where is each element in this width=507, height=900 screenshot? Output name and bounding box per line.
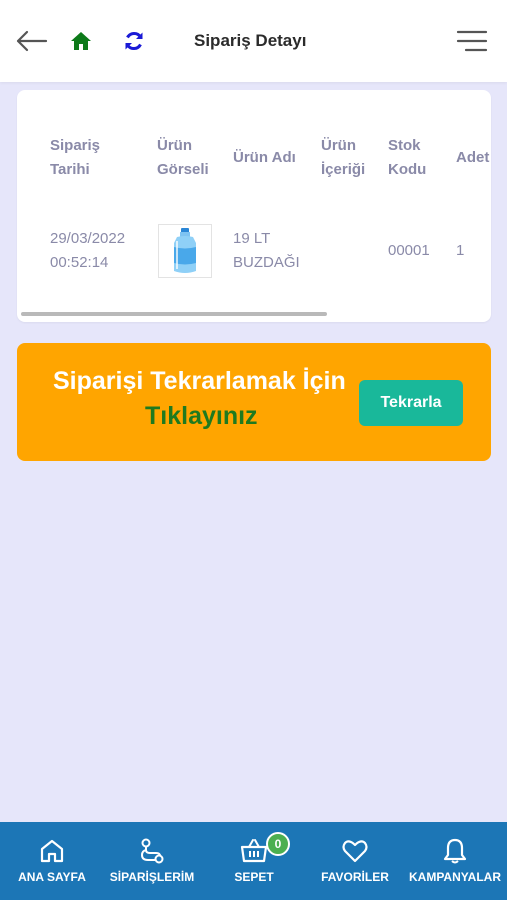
menu-icon[interactable] bbox=[455, 26, 489, 56]
nav-item-basket[interactable]: 0 SEPET bbox=[206, 822, 302, 900]
column-header-stock-code: Stok Kodu bbox=[388, 137, 427, 178]
back-arrow-icon[interactable] bbox=[14, 26, 50, 56]
order-detail-card: Sipariş Tarihi Ürün Görseli Ürün Adı Ürü… bbox=[17, 90, 491, 322]
nav-label-campaigns: KAMPANYALAR bbox=[408, 870, 501, 884]
bell-icon bbox=[440, 836, 470, 866]
nav-label-favorites: FAVORİLER bbox=[321, 870, 389, 884]
basket-icon bbox=[239, 836, 269, 866]
order-table[interactable]: Sipariş Tarihi Ürün Görseli Ürün Adı Ürü… bbox=[17, 90, 491, 322]
column-header-product-name: Ürün Adı bbox=[233, 149, 296, 166]
nav-item-orders[interactable]: SİPARİŞLERİM bbox=[104, 822, 200, 900]
column-header-product-image: Ürün Görseli bbox=[157, 137, 209, 178]
basket-count-badge: 0 bbox=[266, 832, 290, 856]
repeat-order-text: Siparişi Tekrarlamak İçin bbox=[53, 367, 346, 395]
horizontal-scrollbar[interactable] bbox=[21, 312, 327, 316]
route-icon bbox=[137, 836, 167, 866]
repeat-order-banner: Siparişi Tekrarlamak İçin Tıklayınız Tek… bbox=[17, 343, 491, 461]
cell-stock-code: 00001 bbox=[388, 242, 430, 259]
product-image[interactable] bbox=[158, 224, 212, 278]
cell-order-date: 29/03/2022 00:52:14 bbox=[50, 230, 126, 271]
home-outline-icon bbox=[37, 836, 67, 866]
nav-item-campaigns[interactable]: KAMPANYALAR bbox=[405, 822, 505, 900]
heart-icon bbox=[340, 836, 370, 866]
bottom-navigation: ANA SAYFA SİPARİŞLERİM 0 SEPET FAVORİLER… bbox=[0, 822, 507, 900]
nav-item-favorites[interactable]: FAVORİLER bbox=[307, 822, 403, 900]
nav-label-orders: SİPARİŞLERİM bbox=[109, 870, 195, 884]
repeat-order-button[interactable]: Tekrarla bbox=[359, 380, 463, 426]
column-header-order-date: Sipariş Tarihi bbox=[50, 137, 101, 178]
column-header-quantity: Adet bbox=[456, 149, 490, 166]
refresh-icon[interactable] bbox=[121, 28, 147, 54]
water-bottle-icon bbox=[174, 228, 196, 273]
home-icon[interactable] bbox=[68, 28, 94, 54]
nav-label-basket: SEPET bbox=[234, 870, 274, 884]
page-title: Sipariş Detayı bbox=[194, 31, 307, 50]
nav-label-home: ANA SAYFA bbox=[18, 870, 86, 884]
top-bar: Sipariş Detayı bbox=[0, 0, 507, 82]
cell-product-name: 19 LT BUZDAĞI bbox=[233, 230, 300, 271]
repeat-order-click-text: Tıklayınız bbox=[145, 402, 258, 430]
column-header-product-content: Ürün İçeriği bbox=[321, 137, 366, 178]
nav-item-home[interactable]: ANA SAYFA bbox=[4, 822, 100, 900]
cell-quantity: 1 bbox=[456, 242, 465, 259]
